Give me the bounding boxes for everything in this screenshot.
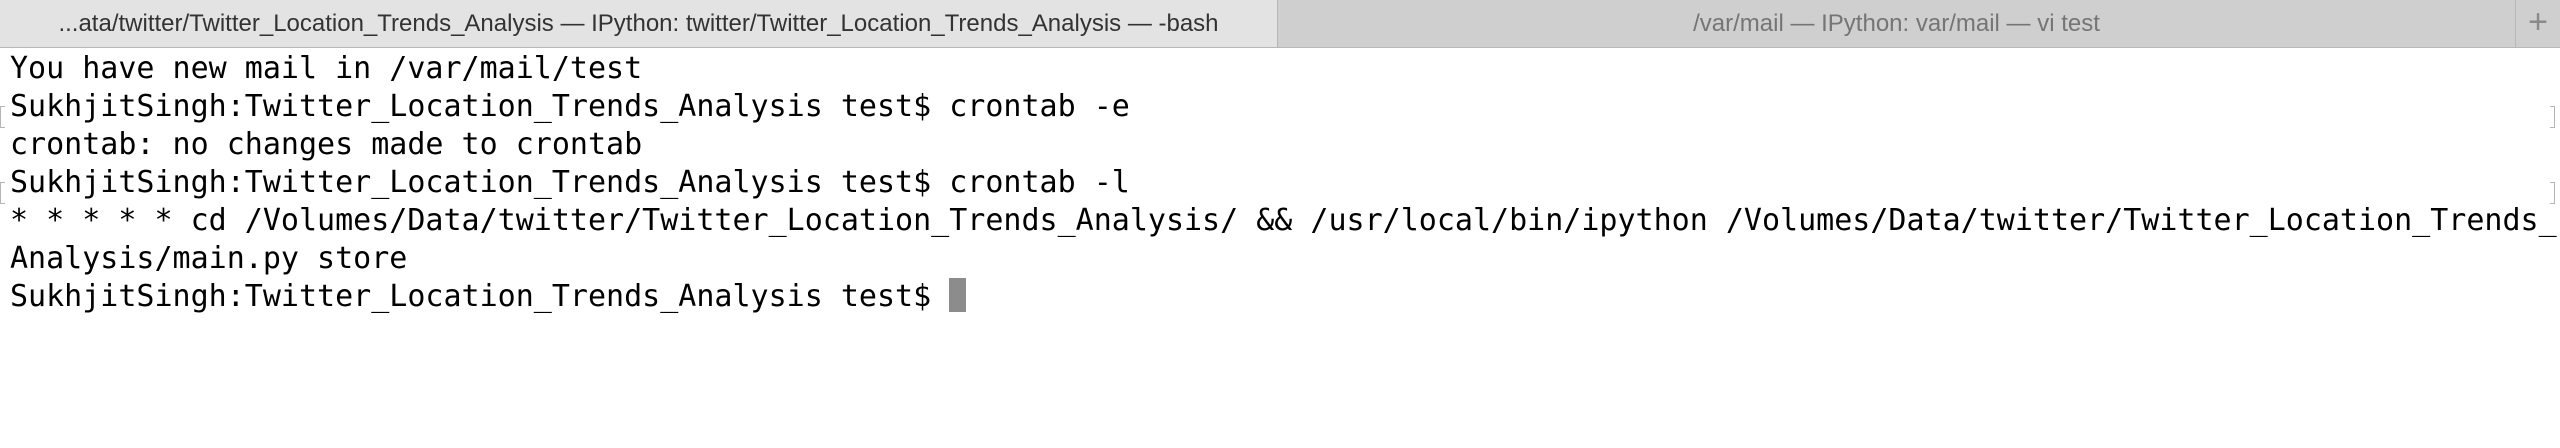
tab-bash-twitter[interactable]: ...ata/twitter/Twitter_Location_Trends_A… <box>0 0 1278 47</box>
text-cursor <box>949 278 967 312</box>
plus-icon[interactable]: + <box>2515 0 2560 47</box>
command-text: crontab -e <box>949 89 1130 124</box>
mark-left-icon <box>0 106 5 128</box>
command-line: SukhjitSingh:Twitter_Location_Trends_Ana… <box>10 164 1130 202</box>
mark-right-icon <box>2550 106 2555 128</box>
mark-right-icon <box>2550 182 2555 204</box>
command-output: crontab: no changes made to crontab <box>10 127 643 162</box>
terminal-output[interactable]: You have new mail in /var/mail/test Sukh… <box>0 48 2560 448</box>
shell-prompt: SukhjitSingh:Twitter_Location_Trends_Ana… <box>10 89 950 124</box>
shell-prompt: SukhjitSingh:Twitter_Location_Trends_Ana… <box>10 279 950 314</box>
mark-left-icon <box>0 182 5 204</box>
cron-entry-line: * * * * * cd /Volumes/Data/twitter/Twitt… <box>10 203 2557 238</box>
mail-notice: You have new mail in /var/mail/test <box>10 51 643 86</box>
shell-prompt: SukhjitSingh:Twitter_Location_Trends_Ana… <box>10 165 950 200</box>
tab-bar: ...ata/twitter/Twitter_Location_Trends_A… <box>0 0 2560 48</box>
command-line: SukhjitSingh:Twitter_Location_Trends_Ana… <box>10 88 1130 126</box>
tab-label: /var/mail — IPython: var/mail — vi test <box>1693 10 2100 37</box>
command-text: crontab -l <box>949 165 1130 200</box>
tab-label: ...ata/twitter/Twitter_Location_Trends_A… <box>58 10 1219 37</box>
tab-vi-mail[interactable]: /var/mail — IPython: var/mail — vi test <box>1278 0 2515 47</box>
cron-entry-line: Analysis/main.py store <box>10 241 408 276</box>
command-line: SukhjitSingh:Twitter_Location_Trends_Ana… <box>10 278 967 316</box>
